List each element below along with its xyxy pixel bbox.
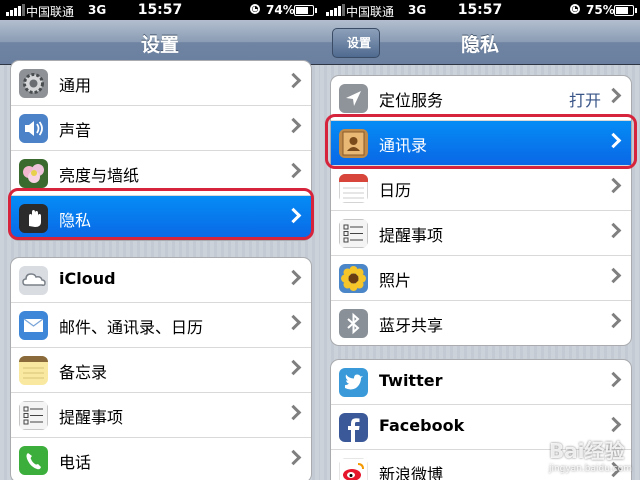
sunflower-icon xyxy=(339,264,368,293)
chevron-right-icon xyxy=(285,269,302,286)
chevron-right-icon xyxy=(605,371,622,388)
privacy-item-location[interactable]: 定位服务 打开 xyxy=(331,76,631,121)
chevron-right-icon xyxy=(605,222,622,239)
settings-item-label: 电话 xyxy=(59,453,92,472)
chevron-right-icon xyxy=(605,132,622,149)
privacy-item-label: 照片 xyxy=(379,271,412,290)
privacy-item-label: Facebook xyxy=(379,416,465,435)
status-bar: 中国联通 3G 15:57 ◔ 74% xyxy=(0,0,320,20)
privacy-group-1: 定位服务 打开 通讯录 日历 提醒事项 照片 蓝牙共享 xyxy=(330,75,632,346)
privacy-item-photos[interactable]: 照片 xyxy=(331,256,631,301)
privacy-item-label: 提醒事项 xyxy=(379,226,444,245)
hand-icon xyxy=(19,204,48,233)
chevron-right-icon xyxy=(285,117,302,134)
chevron-right-icon xyxy=(285,404,302,421)
notes-icon xyxy=(19,356,48,385)
page-title: 隐私 xyxy=(460,34,499,56)
orientation-lock-icon: ◔ xyxy=(570,4,580,14)
chevron-right-icon xyxy=(285,72,302,89)
calendar-icon xyxy=(339,174,368,203)
phone-icon xyxy=(19,446,48,475)
watermark-text: Bai经验 xyxy=(548,439,625,463)
battery-icon xyxy=(614,5,637,16)
settings-group-1: 通用 声音 亮度与墙纸 隐私 xyxy=(10,60,312,241)
chevron-right-icon xyxy=(285,314,302,331)
status-bar: 中国联通 3G 15:57 ◔ 75% xyxy=(320,0,640,20)
settings-item-label: 亮度与墙纸 xyxy=(59,166,140,185)
privacy-item-label: 日历 xyxy=(379,181,412,200)
privacy-item-label: 通讯录 xyxy=(379,136,428,155)
battery-icon xyxy=(294,5,317,16)
twitter-icon xyxy=(339,368,368,397)
settings-item-label: 声音 xyxy=(59,121,92,140)
settings-item-label: 备忘录 xyxy=(59,363,108,382)
settings-item-notes[interactable]: 备忘录 xyxy=(11,348,311,393)
privacy-item-bluetooth[interactable]: 蓝牙共享 xyxy=(331,301,631,345)
cloud-icon xyxy=(19,266,48,295)
mail-icon xyxy=(19,311,48,340)
weibo-icon xyxy=(339,458,368,480)
chevron-right-icon xyxy=(605,177,622,194)
chevron-right-icon xyxy=(285,162,302,179)
privacy-item-label: 蓝牙共享 xyxy=(379,316,444,335)
location-status-value: 打开 xyxy=(568,91,601,110)
orientation-lock-icon: ◔ xyxy=(250,4,260,14)
watermark: Bai经验 jingyan.baidu.com xyxy=(549,435,632,474)
settings-item-label: 邮件、通讯录、日历 xyxy=(59,318,204,337)
settings-item-icloud[interactable]: iCloud xyxy=(11,258,311,303)
gear-icon xyxy=(19,69,48,98)
reminders-icon xyxy=(339,219,368,248)
chevron-right-icon xyxy=(285,207,302,224)
settings-item-phone[interactable]: 电话 xyxy=(11,438,311,480)
nav-bar: 设置 隐私 xyxy=(320,20,640,65)
settings-item-sounds[interactable]: 声音 xyxy=(11,106,311,151)
contacts-icon xyxy=(339,129,368,158)
flower-icon xyxy=(19,159,48,188)
reminders-icon xyxy=(19,401,48,430)
battery-percent: 75% xyxy=(586,3,615,17)
settings-item-brightness[interactable]: 亮度与墙纸 xyxy=(11,151,311,196)
privacy-item-twitter[interactable]: Twitter xyxy=(331,360,631,405)
chevron-right-icon xyxy=(605,87,622,104)
settings-item-label: iCloud xyxy=(59,269,116,288)
chevron-right-icon xyxy=(285,359,302,376)
nav-bar: 设置 xyxy=(0,20,320,65)
privacy-item-reminders[interactable]: 提醒事项 xyxy=(331,211,631,256)
privacy-item-label: Twitter xyxy=(379,371,443,390)
privacy-item-label: 定位服务 xyxy=(379,91,444,110)
settings-item-reminders[interactable]: 提醒事项 xyxy=(11,393,311,438)
facebook-icon xyxy=(339,413,368,442)
settings-item-label: 提醒事项 xyxy=(59,408,124,427)
settings-item-privacy[interactable]: 隐私 xyxy=(11,196,311,240)
settings-screen: 中国联通 3G 15:57 ◔ 74% 设置 通用 声音 亮度与墙纸 隐私 iC… xyxy=(0,0,320,480)
location-arrow-icon xyxy=(339,84,368,113)
settings-item-label: 隐私 xyxy=(59,211,92,230)
settings-item-general[interactable]: 通用 xyxy=(11,61,311,106)
chevron-right-icon xyxy=(605,312,622,329)
chevron-right-icon xyxy=(605,416,622,433)
page-title: 设置 xyxy=(140,34,179,56)
settings-item-mail[interactable]: 邮件、通讯录、日历 xyxy=(11,303,311,348)
speaker-icon xyxy=(19,114,48,143)
settings-item-label: 通用 xyxy=(59,76,92,95)
privacy-item-contacts[interactable]: 通讯录 xyxy=(331,121,631,166)
chevron-right-icon xyxy=(285,449,302,466)
privacy-item-calendar[interactable]: 日历 xyxy=(331,166,631,211)
privacy-item-label: 新浪微博 xyxy=(379,465,444,480)
privacy-screen: 中国联通 3G 15:57 ◔ 75% 设置 隐私 定位服务 打开 通讯录 日历… xyxy=(320,0,640,480)
settings-group-2: iCloud 邮件、通讯录、日历 备忘录 提醒事项 电话 xyxy=(10,257,312,480)
chevron-right-icon xyxy=(605,267,622,284)
bluetooth-icon xyxy=(339,309,368,338)
battery-percent: 74% xyxy=(266,3,295,17)
watermark-sub: jingyan.baidu.com xyxy=(548,464,632,474)
